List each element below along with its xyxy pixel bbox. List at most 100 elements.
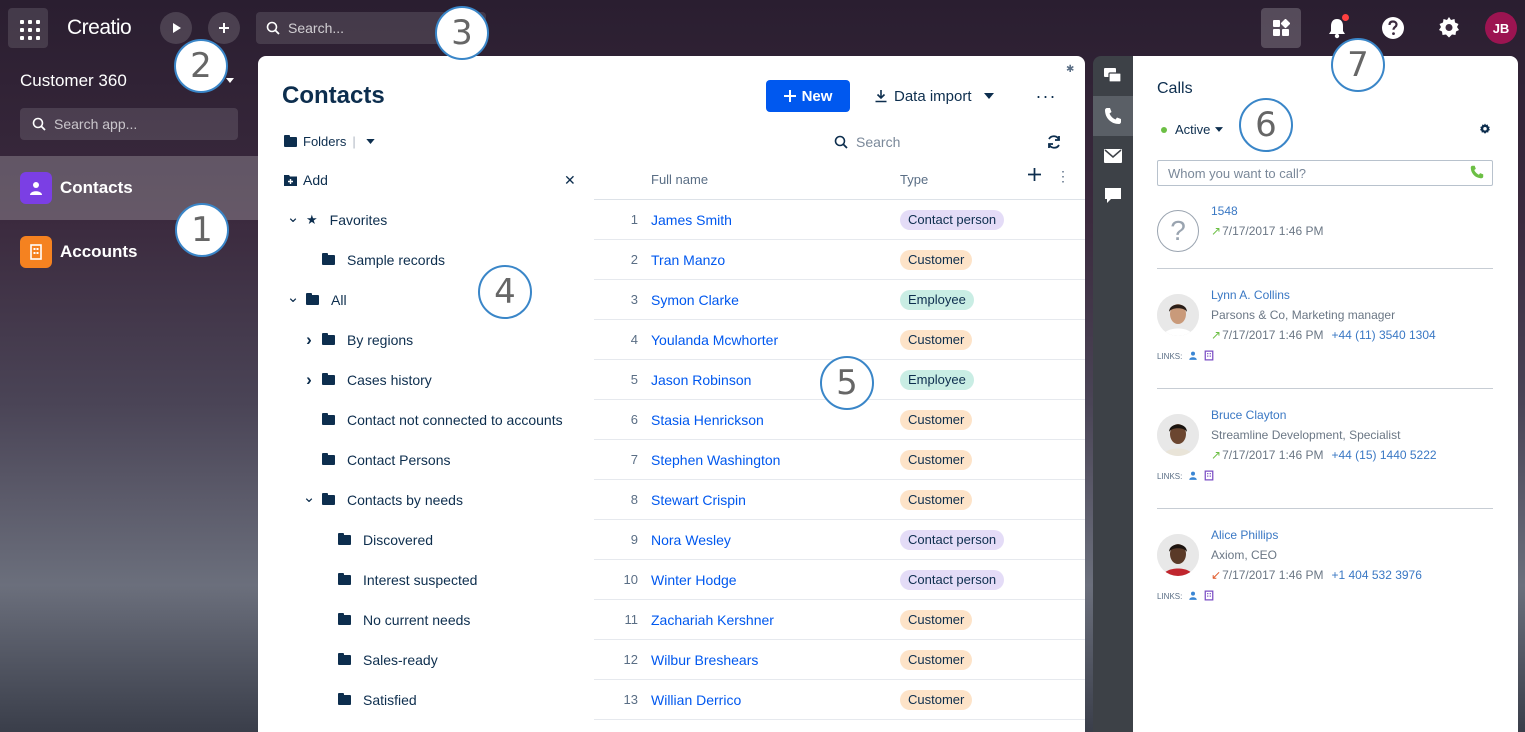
- phone-number-link[interactable]: +44 (11) 3540 1304: [1331, 328, 1435, 342]
- user-avatar[interactable]: JB: [1485, 12, 1517, 44]
- contact-name-link[interactable]: Stasia Henrickson: [651, 412, 764, 428]
- folder-item[interactable]: No current needs: [320, 600, 470, 640]
- chevron-down-icon[interactable]: ⌄: [287, 288, 300, 306]
- chevron-right-icon[interactable]: ›: [304, 330, 314, 350]
- call-history-item[interactable]: Alice Phillips Axiom, CEO ↙7/17/2017 1:46 …: [1157, 528, 1493, 601]
- table-row[interactable]: 8 Stewart Crispin Customer: [594, 480, 1085, 520]
- phone-number-link[interactable]: +1 404 532 3976: [1331, 568, 1421, 582]
- status-selector[interactable]: Active: [1161, 122, 1224, 137]
- folder-item[interactable]: Discovered: [320, 520, 433, 560]
- app-search-input[interactable]: Search app...: [20, 108, 238, 140]
- list-search-input[interactable]: Search: [834, 134, 900, 150]
- contact-name-link[interactable]: Wilbur Breshears: [651, 652, 758, 668]
- contact-name-link[interactable]: Stewart Crispin: [651, 492, 746, 508]
- contact-name-link[interactable]: Willian Derrico: [651, 692, 741, 708]
- folder-icon: [322, 413, 335, 425]
- contact-link-icon[interactable]: [1188, 470, 1198, 483]
- gear-icon[interactable]: [1479, 122, 1491, 140]
- data-import-button[interactable]: Data import: [874, 80, 994, 112]
- row-number: 5: [630, 372, 638, 387]
- chevron-right-icon[interactable]: ›: [304, 370, 314, 390]
- call-history-item[interactable]: ? 1548 ↗7/17/2017 1:46 PM: [1157, 204, 1493, 270]
- contact-link-icon[interactable]: [1188, 590, 1198, 603]
- column-full-name[interactable]: Full name: [651, 172, 708, 187]
- folder-icon: [322, 253, 335, 265]
- contact-name-link[interactable]: Nora Wesley: [651, 532, 731, 548]
- settings-button[interactable]: [1429, 8, 1469, 48]
- email-icon[interactable]: [1093, 136, 1133, 176]
- plus-icon: [219, 23, 229, 33]
- contact-name-link[interactable]: Jason Robinson: [651, 372, 751, 388]
- workspace-name[interactable]: Customer 360: [20, 71, 127, 91]
- phone-icon[interactable]: [1093, 96, 1133, 136]
- refresh-icon[interactable]: [1046, 134, 1062, 155]
- account-link-icon[interactable]: [1204, 470, 1214, 483]
- contact-name-link[interactable]: Tran Manzo: [651, 252, 725, 268]
- account-link-icon[interactable]: [1204, 590, 1214, 603]
- phone-number-link[interactable]: +44 (15) 1440 5222: [1331, 448, 1436, 462]
- contact-name-link[interactable]: Stephen Washington: [651, 452, 780, 468]
- folder-item[interactable]: ⌄ All: [287, 280, 347, 320]
- more-options-icon[interactable]: ···: [1034, 80, 1058, 112]
- table-row[interactable]: 9 Nora Wesley Contact person: [594, 520, 1085, 560]
- run-process-button[interactable]: [160, 12, 192, 44]
- create-button[interactable]: [208, 12, 240, 44]
- contact-name-link[interactable]: Symon Clarke: [651, 292, 739, 308]
- search-icon: [32, 117, 46, 131]
- column-type[interactable]: Type: [900, 172, 928, 187]
- close-icon[interactable]: ✕: [564, 172, 576, 189]
- folder-item[interactable]: Interest suspected: [320, 560, 477, 600]
- phone-icon[interactable]: [1470, 165, 1484, 182]
- folder-item[interactable]: Sample records: [304, 240, 445, 280]
- table-row[interactable]: 12 Wilbur Breshears Customer: [594, 640, 1085, 680]
- folder-item[interactable]: ⌄ Contacts by needs: [303, 480, 463, 520]
- caller-name-link[interactable]: Alice Phillips: [1211, 528, 1278, 542]
- add-folder-button[interactable]: Add: [284, 172, 328, 188]
- contact-name-link[interactable]: Winter Hodge: [651, 572, 737, 588]
- table-row[interactable]: 11 Zachariah Kershner Customer: [594, 600, 1085, 640]
- chevron-down-icon[interactable]: ⌄: [303, 488, 316, 506]
- call-number-input[interactable]: Whom you want to call?: [1157, 160, 1493, 186]
- help-button[interactable]: [1373, 8, 1413, 48]
- table-row[interactable]: 13 Willian Derrico Customer: [594, 680, 1085, 720]
- row-number: 8: [630, 492, 638, 507]
- folder-item[interactable]: Contact not connected to accounts: [304, 400, 563, 440]
- contact-name-link[interactable]: Zachariah Kershner: [651, 612, 774, 628]
- table-row[interactable]: 4 Youlanda Mcwhorter Customer: [594, 320, 1085, 360]
- contact-name-link[interactable]: Youlanda Mcwhorter: [651, 332, 778, 348]
- new-button[interactable]: New: [766, 80, 850, 112]
- folder-item[interactable]: › Cases history: [304, 360, 432, 400]
- folder-add-icon: [284, 175, 297, 186]
- chat-icon[interactable]: [1093, 176, 1133, 216]
- type-badge: Customer: [900, 650, 973, 670]
- chevron-down-icon[interactable]: ⌄: [287, 208, 300, 226]
- table-row[interactable]: 2 Tran Manzo Customer: [594, 240, 1085, 280]
- app-launcher-icon[interactable]: [8, 8, 48, 48]
- table-row[interactable]: 3 Symon Clarke Employee: [594, 280, 1085, 320]
- table-row[interactable]: 1 James Smith Contact person: [594, 200, 1085, 240]
- account-link-icon[interactable]: [1204, 350, 1214, 363]
- column-menu-icon[interactable]: ⋮: [1056, 168, 1070, 185]
- caller-name-link[interactable]: Bruce Clayton: [1211, 408, 1286, 422]
- add-column-icon[interactable]: [1028, 168, 1041, 184]
- folders-button[interactable]: Folders |: [284, 134, 375, 149]
- gear-icon[interactable]: ✱: [1066, 64, 1074, 75]
- folder-item[interactable]: Sales-ready: [320, 640, 438, 680]
- folder-item[interactable]: › By regions: [304, 320, 413, 360]
- table-row[interactable]: 7 Stephen Washington Customer: [594, 440, 1085, 480]
- contact-link-icon[interactable]: [1188, 350, 1198, 363]
- folder-item[interactable]: ⌄ ★ Favorites: [287, 200, 388, 240]
- sidebar-item-label: Accounts: [60, 242, 138, 261]
- logo: Creatio: [67, 16, 132, 39]
- contact-name-link[interactable]: James Smith: [651, 212, 732, 228]
- dashboard-button[interactable]: [1261, 8, 1301, 48]
- table-row[interactable]: 10 Winter Hodge Contact person: [594, 560, 1085, 600]
- chevron-down-icon[interactable]: [226, 78, 234, 83]
- folder-item[interactable]: Satisfied: [320, 680, 417, 720]
- caller-name-link[interactable]: 1548: [1211, 204, 1238, 218]
- call-history-item[interactable]: Bruce Clayton Streamline Development, Spe…: [1157, 408, 1493, 481]
- feed-icon[interactable]: [1093, 56, 1133, 96]
- caller-name-link[interactable]: Lynn A. Collins: [1211, 288, 1290, 302]
- call-history-item[interactable]: Lynn A. Collins Parsons & Co, Marketing m…: [1157, 288, 1493, 361]
- folder-item[interactable]: Contact Persons: [304, 440, 451, 480]
